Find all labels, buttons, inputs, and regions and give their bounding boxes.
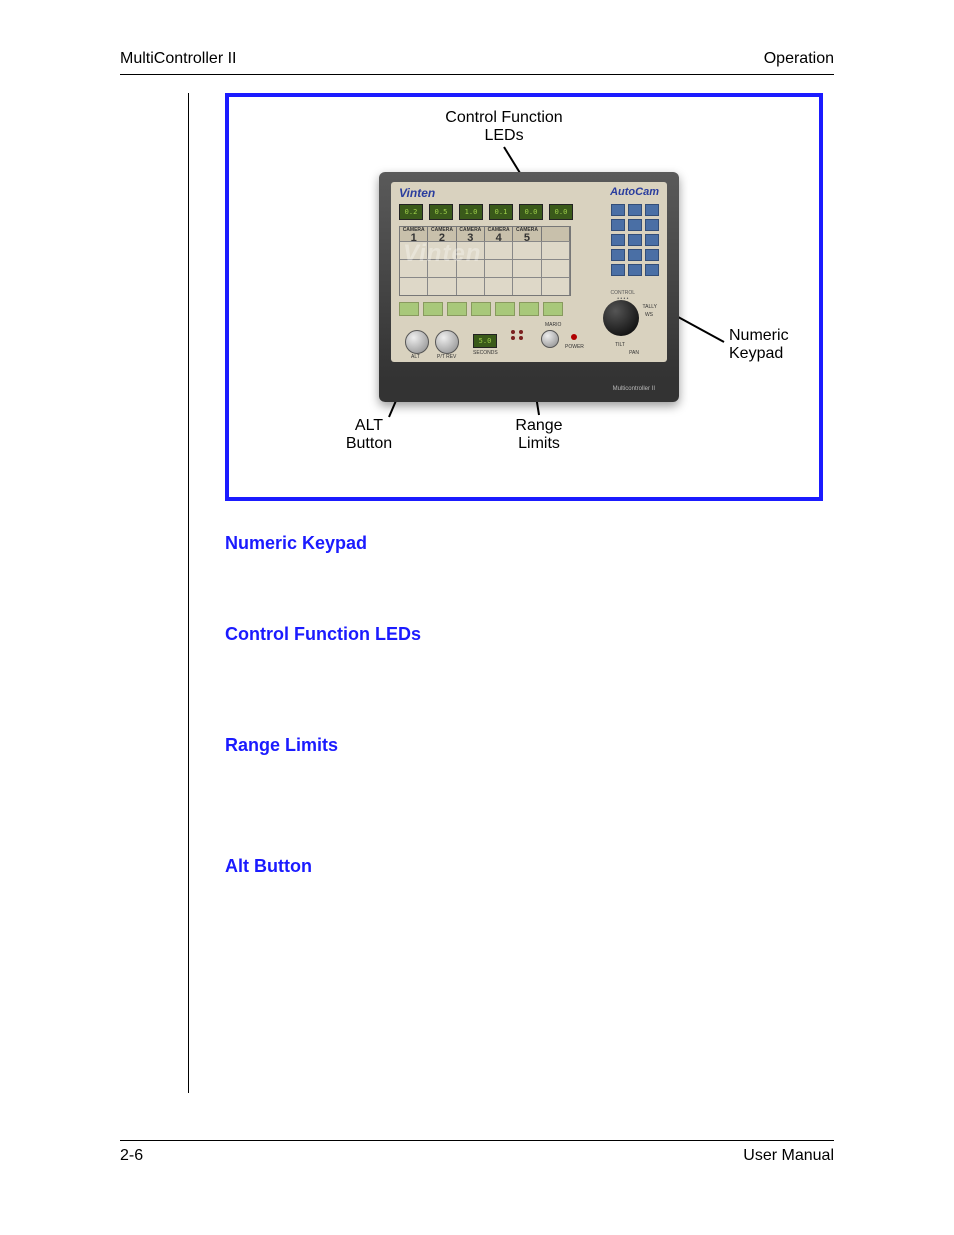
lcd-cam1: 0.2 [399,204,423,220]
label-alt: ALT [411,354,420,360]
label-ptrev: P/T REV [437,354,456,360]
section-title-alt-button: Alt Button [225,856,834,877]
center-lcd: 5.0 [473,334,497,348]
func-button [543,302,563,316]
func-button [423,302,443,316]
range-limit-leds [511,330,525,340]
lcd-cam2: 0.5 [429,204,453,220]
section-title-numeric-keypad: Numeric Keypad [225,533,834,554]
keypad-key [645,219,659,231]
section-title-control-function-leds: Control Function LEDs [225,624,834,645]
page-footer: 2-6 User Manual [120,1140,834,1165]
keypad-key [611,219,625,231]
knob-left [405,330,429,354]
lcd-cam4: 0.1 [489,204,513,220]
keypad-key [628,264,642,276]
knob-right [435,330,459,354]
header-left: MultiController II [120,50,236,68]
keypad-key [645,249,659,261]
func-button [471,302,491,316]
label-model: Multicontroller II [613,386,655,392]
keypad-key [611,234,625,246]
label-ws: WS [645,312,653,318]
lcd-cam3: 1.0 [459,204,483,220]
device-photo: Vinten AutoCam 0.2 0.5 1.0 0.1 0.0 0.0 [379,172,679,402]
lcd-cam5: 0.0 [519,204,543,220]
power-led [571,334,577,340]
section-title-range-limits: Range Limits [225,735,834,756]
label-mario: MARIO [545,322,561,328]
function-button-row [399,302,563,316]
keypad-key [628,234,642,246]
header-right: Operation [764,50,834,68]
footer-left: 2-6 [120,1147,143,1165]
lcd-displays: 0.2 0.5 1.0 0.1 0.0 0.0 [399,204,573,220]
footer-right: User Manual [743,1147,834,1165]
keypad-key [628,204,642,216]
func-button [399,302,419,316]
keypad-key [645,234,659,246]
joystick [603,300,639,336]
keypad-key [645,204,659,216]
keypad-key [645,264,659,276]
func-button [519,302,539,316]
label-seconds: SECONDS [473,350,498,356]
label-pan: PAN [629,350,639,356]
brand-right-logo: AutoCam [610,186,659,198]
keypad-key [628,219,642,231]
small-knob [541,330,559,348]
keypad-key [611,204,625,216]
label-power: POWER [565,344,584,350]
func-button [447,302,467,316]
vertical-margin-rule [188,93,189,1093]
lcd-cam6: 0.0 [549,204,573,220]
func-button [495,302,515,316]
keypad-key [628,249,642,261]
diagram-figure: Control Function LEDs Numeric Keypad ALT… [225,93,823,501]
label-tally: TALLY [642,304,657,310]
label-tilt: TILT [615,342,625,348]
panel-watermark: Vinten [403,240,481,268]
keypad-key [611,264,625,276]
page-header: MultiController II Operation [120,50,834,75]
keypad-key [611,249,625,261]
numeric-keypad [611,204,659,276]
brand-left-logo: Vinten [399,186,435,200]
